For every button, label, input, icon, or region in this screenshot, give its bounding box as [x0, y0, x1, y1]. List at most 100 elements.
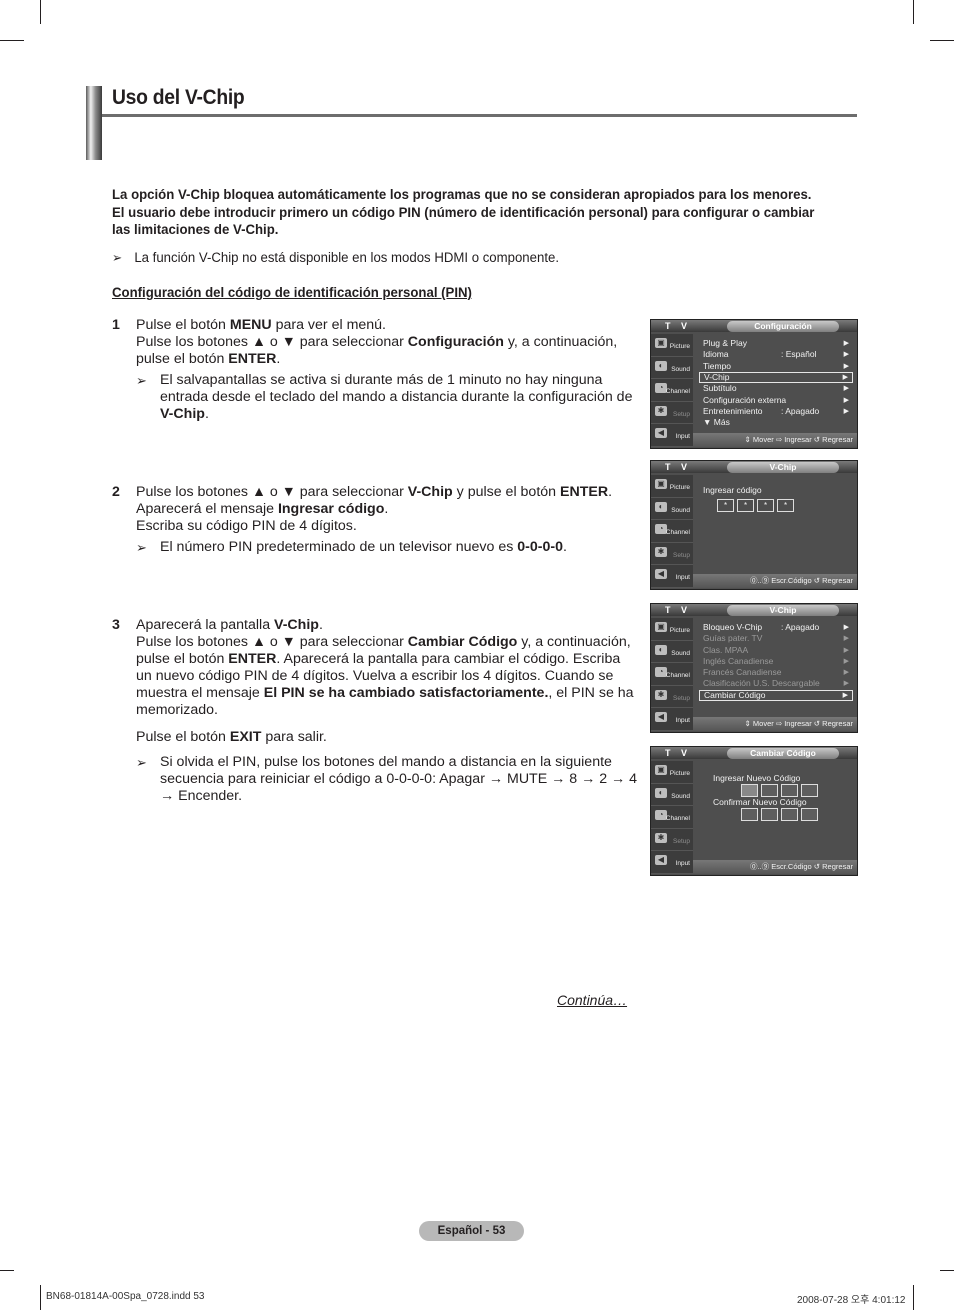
step-line: Pulse los botones ▲ o ▼ para seleccionar…: [136, 634, 637, 651]
footer-timestamp: 2008-07-28 오후 4:01:12: [797, 1295, 906, 1306]
step-line: Pulse los botones ▲ o ▼ para seleccionar…: [136, 334, 632, 351]
sidebar-item-input[interactable]: ◀ Input: [651, 708, 693, 731]
menu-title: V-Chip: [727, 462, 839, 473]
step-number: 3: [112, 617, 120, 633]
sidebar-item-label: Sound: [671, 506, 690, 514]
note-line: V-Chip.: [160, 406, 632, 423]
sidebar-item-label: Input: [675, 860, 690, 867]
new-code-prompt: Ingresar Nuevo Código: [713, 773, 801, 783]
text-run: Pulse el botón: [136, 729, 230, 745]
sidebar-item-setup[interactable]: ✱ Setup: [651, 686, 693, 708]
emphasis-text: El PIN se ha cambiado satisfactoriamente…: [263, 685, 549, 701]
sidebar-item-label: Setup: [673, 410, 690, 418]
menu-item[interactable]: Configuración externa ▶: [699, 395, 853, 406]
menu-item[interactable]: Inglés Canadiense ▶: [699, 656, 853, 667]
emphasis-text: Cambiar Código: [407, 634, 518, 650]
pin-digit-box[interactable]: [741, 808, 758, 821]
step-line: memorizado.: [136, 702, 637, 719]
sidebar-item-channel[interactable]: ◔ Channel: [651, 520, 693, 543]
hdmi-note-text: La función V-Chip no está disponible en …: [134, 250, 559, 266]
menu-item[interactable]: Entretenimiento: Apagado ▶: [699, 406, 853, 417]
sidebar-item-channel[interactable]: ◔ Channel: [651, 663, 693, 686]
arrow-bullet-icon: ➢: [112, 250, 123, 265]
menu-item-label: Inglés Canadiense: [703, 655, 774, 666]
sidebar-item-input[interactable]: ◀ Input: [651, 565, 693, 588]
sidebar-item-channel[interactable]: ◔ Channel: [651, 379, 693, 402]
pin-digit-box[interactable]: [741, 784, 758, 797]
intro-line: La opción V-Chip bloquea automáticamente…: [112, 187, 812, 203]
pin-digit-box[interactable]: [761, 808, 778, 821]
text-run: para ver el menú.: [271, 317, 387, 333]
crop-mark: [913, 0, 914, 24]
pin-entry[interactable]: [699, 784, 853, 797]
step-line: Escriba su código PIN de 4 dígitos.: [136, 518, 612, 535]
hdmi-note: ➢ La función V-Chip no está disponible en…: [112, 249, 559, 267]
text-run: .: [276, 351, 281, 367]
sidebar-item-picture[interactable]: ▣ Picture: [651, 334, 693, 357]
sidebar-item-picture[interactable]: ▣ Picture: [651, 475, 693, 498]
pin-digit-box[interactable]: *: [737, 499, 754, 512]
pin-entry[interactable]: [699, 808, 853, 821]
sidebar-item-picture[interactable]: ▣ Picture: [651, 618, 693, 641]
emphasis-text: ENTER: [228, 351, 277, 367]
crop-mark: [930, 40, 954, 41]
pin-digit-box[interactable]: [761, 784, 778, 797]
menu-item[interactable]: Guías pater. TV ▶: [699, 633, 853, 644]
sidebar-item-input[interactable]: ◀ Input: [651, 424, 693, 447]
text-run: .: [563, 539, 567, 555]
menu-item[interactable]: Clasificación U.S. Descargable ▶: [699, 678, 853, 689]
chevron-right-icon: ▶: [843, 407, 849, 415]
pin-entry[interactable]: * * * *: [699, 499, 853, 512]
text-run: Escriba su código PIN de 4 dígitos.: [136, 518, 357, 534]
menu-item-label: Guías pater. TV: [703, 633, 763, 644]
menu-item[interactable]: Francés Canadiense ▶: [699, 667, 853, 678]
sidebar-item-label: Input: [675, 433, 690, 440]
step-line: un nuevo código PIN de 4 dígitos. Vuelva…: [136, 668, 637, 685]
chevron-right-icon: ▶: [843, 351, 849, 359]
intro-line: las limitaciones de V-Chip.: [112, 222, 279, 238]
menu-item-label: Clas. MPAA: [703, 644, 749, 655]
sidebar-item-picture[interactable]: ▣ Picture: [651, 761, 693, 784]
footer-file: BN68-01814A-00Spa_0728.indd 53: [46, 1291, 205, 1302]
sidebar-item-input[interactable]: ◀ Input: [651, 851, 693, 874]
pin-digit-box[interactable]: [801, 808, 818, 821]
chevron-right-icon: ▶: [843, 624, 849, 631]
arrow-bullet-icon: ➢: [136, 755, 147, 770]
intro-line: El usuario debe introducir primero un có…: [112, 204, 815, 221]
menu-item[interactable]: V-Chip ▶: [699, 371, 853, 384]
menu-item[interactable]: Plug & Play ▶: [699, 338, 853, 349]
pin-digit-box[interactable]: [781, 784, 798, 797]
sidebar-item-sound[interactable]: ◐ Sound: [651, 357, 693, 379]
pin-digit-box[interactable]: [801, 784, 818, 797]
pin-digit-box[interactable]: *: [777, 499, 794, 512]
pin-digit-box[interactable]: *: [757, 499, 774, 512]
menu-item[interactable]: ▼ Más: [699, 417, 853, 428]
sidebar-item-channel[interactable]: ◔ Channel: [651, 806, 693, 829]
step-line: Pulse el botón MENU para ver el menú.: [136, 317, 632, 334]
text-run: El número PIN predeterminado de un telev…: [160, 539, 518, 555]
sidebar-item-setup[interactable]: ✱ Setup: [651, 543, 693, 565]
step-note: ➢ Si olvida el PIN, pulse los botones del…: [136, 754, 637, 805]
sidebar-item-setup[interactable]: ✱ Setup: [651, 402, 693, 424]
sidebar-item-sound[interactable]: ◐ Sound: [651, 498, 693, 520]
step-body: Pulse el botón MENU para ver el menú. Pul…: [136, 317, 632, 423]
menu-item[interactable]: Cambiar Código ▶: [699, 689, 853, 702]
tv-sidebar: ▣ Picture ◐ Sound ◔ Channel ✱ Setup ◀ Input: [651, 334, 693, 447]
tv-sidebar: ▣ Picture ◐ Sound ◔ Channel ✱ Setup ◀ Input: [651, 618, 693, 731]
menu-item[interactable]: Tiempo ▶: [699, 361, 853, 372]
sidebar-item-sound[interactable]: ◐ Sound: [651, 784, 693, 806]
pin-digit-box[interactable]: [781, 808, 798, 821]
menu-item[interactable]: Clas. MPAA ▶: [699, 645, 853, 656]
crop-mark: [940, 1270, 954, 1271]
sidebar-item-sound[interactable]: ◐ Sound: [651, 641, 693, 663]
step-body: Pulse los botones ▲ o ▼ para seleccionar…: [136, 484, 612, 556]
menu-item[interactable]: Bloqueo V-Chip: Apagado ▶: [699, 622, 853, 633]
setup-icon: ✱: [655, 546, 667, 557]
menu-item[interactable]: Subtítulo ▶: [699, 383, 853, 394]
menu-item[interactable]: Idioma: Español ▶: [699, 349, 853, 360]
text-run: Pulse los botones ▲ o ▼ para seleccionar: [136, 634, 408, 650]
sidebar-item-setup[interactable]: ✱ Setup: [651, 829, 693, 851]
pin-digit-box[interactable]: *: [717, 499, 734, 512]
setup-icon: ✱: [655, 689, 667, 700]
continued-link: Continúa…: [557, 992, 628, 1008]
